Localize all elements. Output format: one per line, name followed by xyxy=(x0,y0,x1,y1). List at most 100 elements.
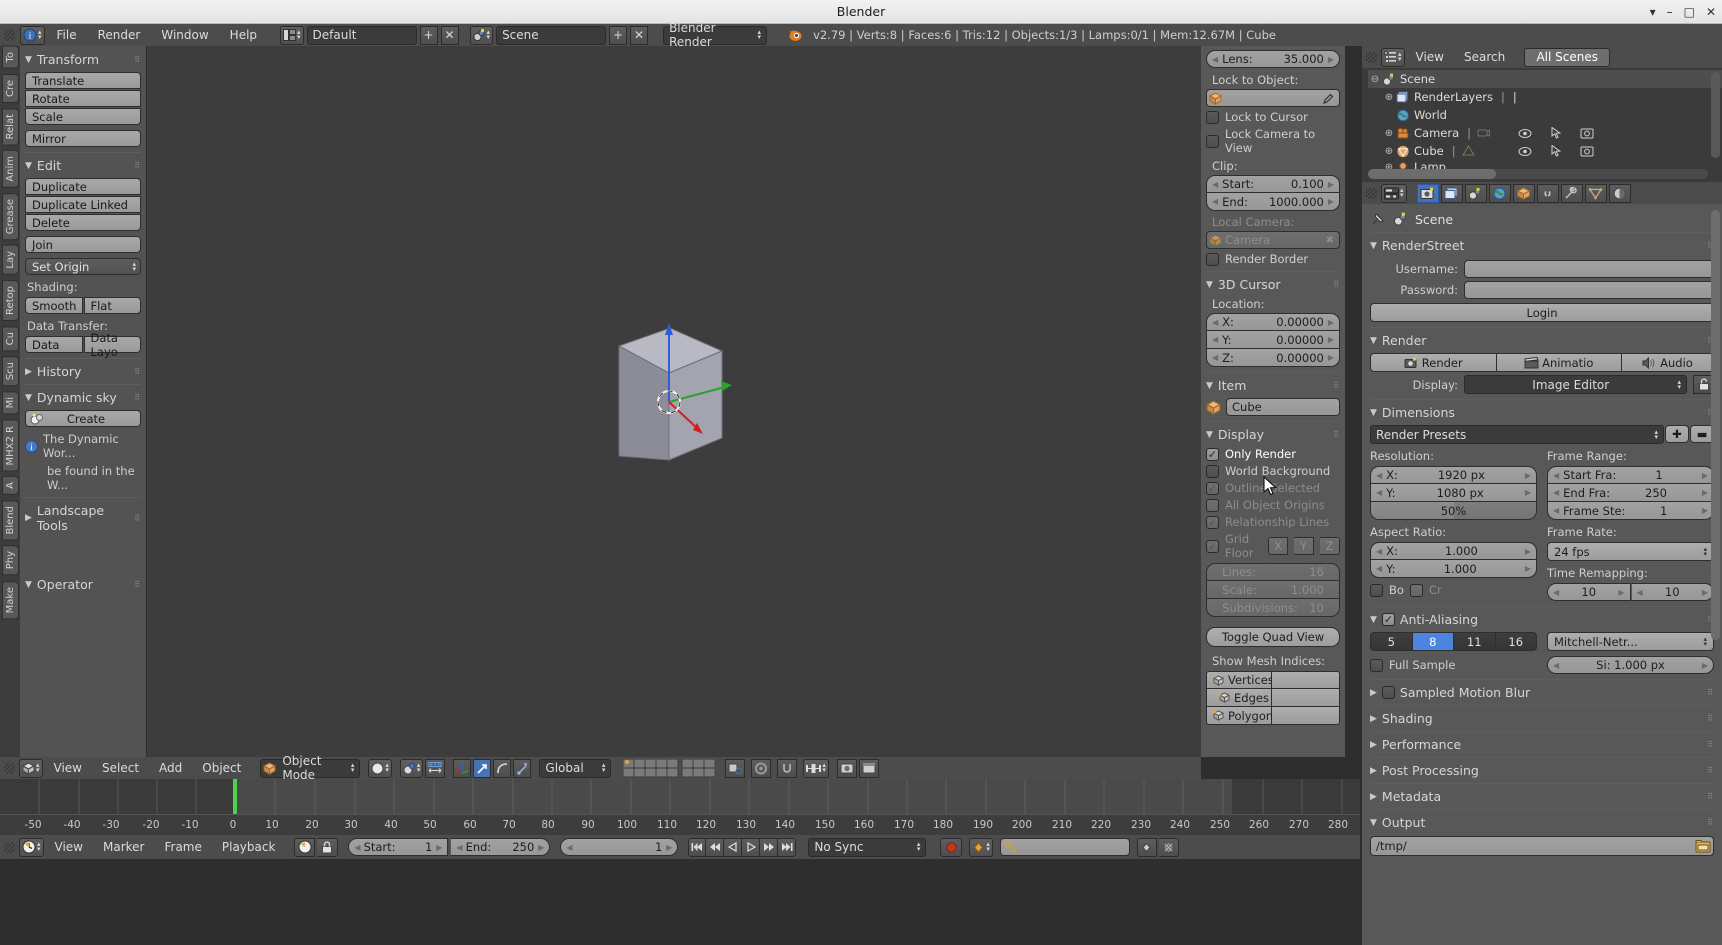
arrow-right-icon[interactable]: ▶ xyxy=(538,843,544,852)
panel-header-dynamic-sky[interactable]: ▼ Dynamic sky ⠿ xyxy=(25,390,141,405)
translate-button[interactable]: Translate xyxy=(25,72,141,89)
outline-selected-checkbox[interactable] xyxy=(1206,481,1219,495)
panel-header-output[interactable]: ▼ Output ⠿ xyxy=(1370,815,1714,830)
restrict-view-icon[interactable] xyxy=(1518,128,1532,139)
panel-header-post-processing[interactable]: ▶ Post Processing ⠿ xyxy=(1370,763,1714,778)
outline-selected-row[interactable]: Outline Selected xyxy=(1206,481,1340,495)
arrow-left-icon[interactable]: ◀ xyxy=(1212,335,1218,344)
snap-magnet-toggle[interactable] xyxy=(751,758,772,778)
aa-samples-5-button[interactable]: 5 xyxy=(1370,632,1413,651)
arrow-right-icon[interactable]: ▶ xyxy=(1328,318,1334,327)
data-transfer-button[interactable]: Data xyxy=(25,336,83,353)
editor-type-selector-view3d[interactable]: ▴ ▾ xyxy=(19,758,43,778)
arrow-left-icon[interactable]: ◀ xyxy=(1212,585,1218,594)
menu-render[interactable]: Render xyxy=(89,28,150,42)
panel-header-transform[interactable]: ▼ Transform ⠿ xyxy=(25,52,141,67)
arrow-right-icon[interactable]: ▶ xyxy=(1702,506,1708,515)
grid-axis-y-toggle[interactable]: Y xyxy=(1294,537,1314,555)
mesh-indices-polygons-toggle[interactable]: Polygons xyxy=(1206,707,1279,725)
transform-orientation-selector[interactable]: Global ▴ ▾ xyxy=(539,758,612,778)
arrow-right-icon[interactable]: ▶ xyxy=(666,843,672,852)
viewport-menu-select[interactable]: Select xyxy=(93,761,148,775)
panel-header-operator[interactable]: ▼ Operator ⠿ xyxy=(25,577,141,592)
tab-create[interactable]: Cre xyxy=(2,73,19,103)
panel-header-performance[interactable]: ▶ Performance ⠿ xyxy=(1370,737,1714,752)
relationship-lines-row[interactable]: Relationship Lines xyxy=(1206,515,1340,529)
item-name-field[interactable]: Cube xyxy=(1226,398,1340,416)
render-border-checkbox[interactable] xyxy=(1206,252,1219,266)
arrow-right-icon[interactable]: ▶ xyxy=(1328,180,1334,189)
scale-button[interactable]: Scale xyxy=(25,108,141,125)
clip-start-field[interactable]: ◀ Start: 0.100 ▶ xyxy=(1206,175,1340,193)
arrow-right-icon[interactable]: ▶ xyxy=(1328,197,1334,206)
arrow-left-icon[interactable]: ◀ xyxy=(1212,318,1218,327)
arrow-left-icon[interactable]: ◀ xyxy=(354,843,360,852)
resolution-percentage-slider[interactable]: 50% xyxy=(1370,502,1537,520)
only-render-checkbox[interactable] xyxy=(1206,447,1219,461)
mesh-indices-edges-toggle[interactable]: Edges xyxy=(1206,689,1272,707)
mesh-indices-polygons-value[interactable] xyxy=(1272,707,1340,725)
expand-icon[interactable]: ⊕ xyxy=(1382,146,1396,157)
panel-header-render[interactable]: ▼ Render ⠿ xyxy=(1370,333,1714,348)
render-animation-button[interactable]: Animatio xyxy=(1496,353,1622,372)
lock-camera-to-view-checkbox[interactable] xyxy=(1206,134,1219,148)
tab-data-properties[interactable] xyxy=(1584,183,1607,203)
arrow-right-icon[interactable]: ▶ xyxy=(1328,585,1334,594)
aa-samples-8-button[interactable]: 8 xyxy=(1412,632,1454,651)
arrow-right-icon[interactable]: ▶ xyxy=(1328,568,1334,577)
shade-smooth-button[interactable]: Smooth xyxy=(25,297,83,314)
tab-sculpt[interactable]: Scu xyxy=(2,356,19,387)
manipulator-scale-toggle[interactable] xyxy=(513,758,532,778)
window-close-button[interactable]: ✕ xyxy=(1706,6,1716,18)
tab-modifiers-properties[interactable] xyxy=(1560,183,1583,203)
clip-end-field[interactable]: ◀ End: 1000.000 ▶ xyxy=(1206,193,1340,211)
scene-layers-grid-top[interactable] xyxy=(623,758,716,778)
outliner-row-camera[interactable]: ⊕ Camera | xyxy=(1368,124,1722,142)
window-dropdown-icon[interactable]: ▾ xyxy=(1650,6,1656,18)
editor-type-selector-outliner[interactable]: ▴ ▾ xyxy=(1381,47,1405,67)
grid-lines-field[interactable]: ◀ Lines: 16 ▶ xyxy=(1206,563,1340,581)
proportional-edit-toggle[interactable] xyxy=(725,758,746,778)
time-remap-old-field[interactable]: ◀ 10 ▶ xyxy=(1547,583,1631,601)
screen-layout-icon-box[interactable]: ▴ ▾ xyxy=(280,25,304,45)
outliner-row-world[interactable]: World xyxy=(1368,106,1722,124)
arrow-right-icon[interactable]: ▶ xyxy=(1328,603,1334,612)
delete-keyframe-button[interactable] xyxy=(1158,837,1179,857)
grid-axis-x-toggle[interactable]: X xyxy=(1268,537,1288,555)
world-background-checkbox[interactable] xyxy=(1206,464,1219,478)
collapse-icon[interactable]: ⊖ xyxy=(1368,74,1382,85)
relationship-lines-checkbox[interactable] xyxy=(1206,515,1219,529)
restrict-view-icon[interactable] xyxy=(1518,146,1532,157)
viewport-menu-view[interactable]: View xyxy=(45,761,91,775)
tab-world-properties[interactable] xyxy=(1488,183,1511,203)
lock-camera-to-view-row[interactable]: Lock Camera to View xyxy=(1206,127,1340,155)
arrow-left-icon[interactable]: ◀ xyxy=(1553,506,1559,515)
arrow-left-icon[interactable]: ◀ xyxy=(1212,55,1218,64)
lock-to-cursor-row[interactable]: Lock to Cursor xyxy=(1206,110,1340,124)
insert-keyframe-button[interactable] xyxy=(1136,837,1157,857)
viewport-menu-add[interactable]: Add xyxy=(150,761,191,775)
scene-icon-box[interactable]: ▴ ▾ xyxy=(469,25,494,45)
timeline-strip[interactable] xyxy=(0,779,1360,814)
tab-a[interactable]: A xyxy=(2,476,19,495)
render-engine-selector[interactable]: Blender Render ▴ ▾ xyxy=(663,21,768,49)
play-reverse-button[interactable] xyxy=(724,837,743,857)
username-input[interactable] xyxy=(1464,260,1714,278)
cursor-z-field[interactable]: ◀ Z: 0.00000 ▶ xyxy=(1206,349,1340,367)
arrow-right-icon[interactable]: ▶ xyxy=(1618,588,1624,597)
outliner-display-mode-selector[interactable]: All Scenes xyxy=(1524,47,1611,67)
panel-header-sampled-motion-blur[interactable]: ▶ Sampled Motion Blur ⠿ xyxy=(1370,685,1714,700)
auto-keyframe-toggle[interactable] xyxy=(940,837,963,857)
duplicate-linked-button[interactable]: Duplicate Linked xyxy=(25,196,141,213)
add-screen-layout-button[interactable]: + xyxy=(419,25,438,45)
aa-samples-16-button[interactable]: 16 xyxy=(1495,632,1537,651)
frame-start-field[interactable]: ◀ Start Fra: 1 ▶ xyxy=(1547,466,1714,484)
panel-header-metadata[interactable]: ▶ Metadata ⠿ xyxy=(1370,789,1714,804)
restrict-select-icon[interactable] xyxy=(1551,127,1562,139)
manipulator-rotate-toggle[interactable] xyxy=(493,758,512,778)
anti-aliasing-checkbox[interactable] xyxy=(1381,613,1395,626)
cursor-y-field[interactable]: ◀ Y: 0.00000 ▶ xyxy=(1206,331,1340,349)
jump-to-end-button[interactable] xyxy=(778,837,797,857)
viewport-3d[interactable] xyxy=(147,46,1201,757)
aa-filter-selector[interactable]: Mitchell-Netr... ▴ ▾ xyxy=(1547,632,1714,651)
